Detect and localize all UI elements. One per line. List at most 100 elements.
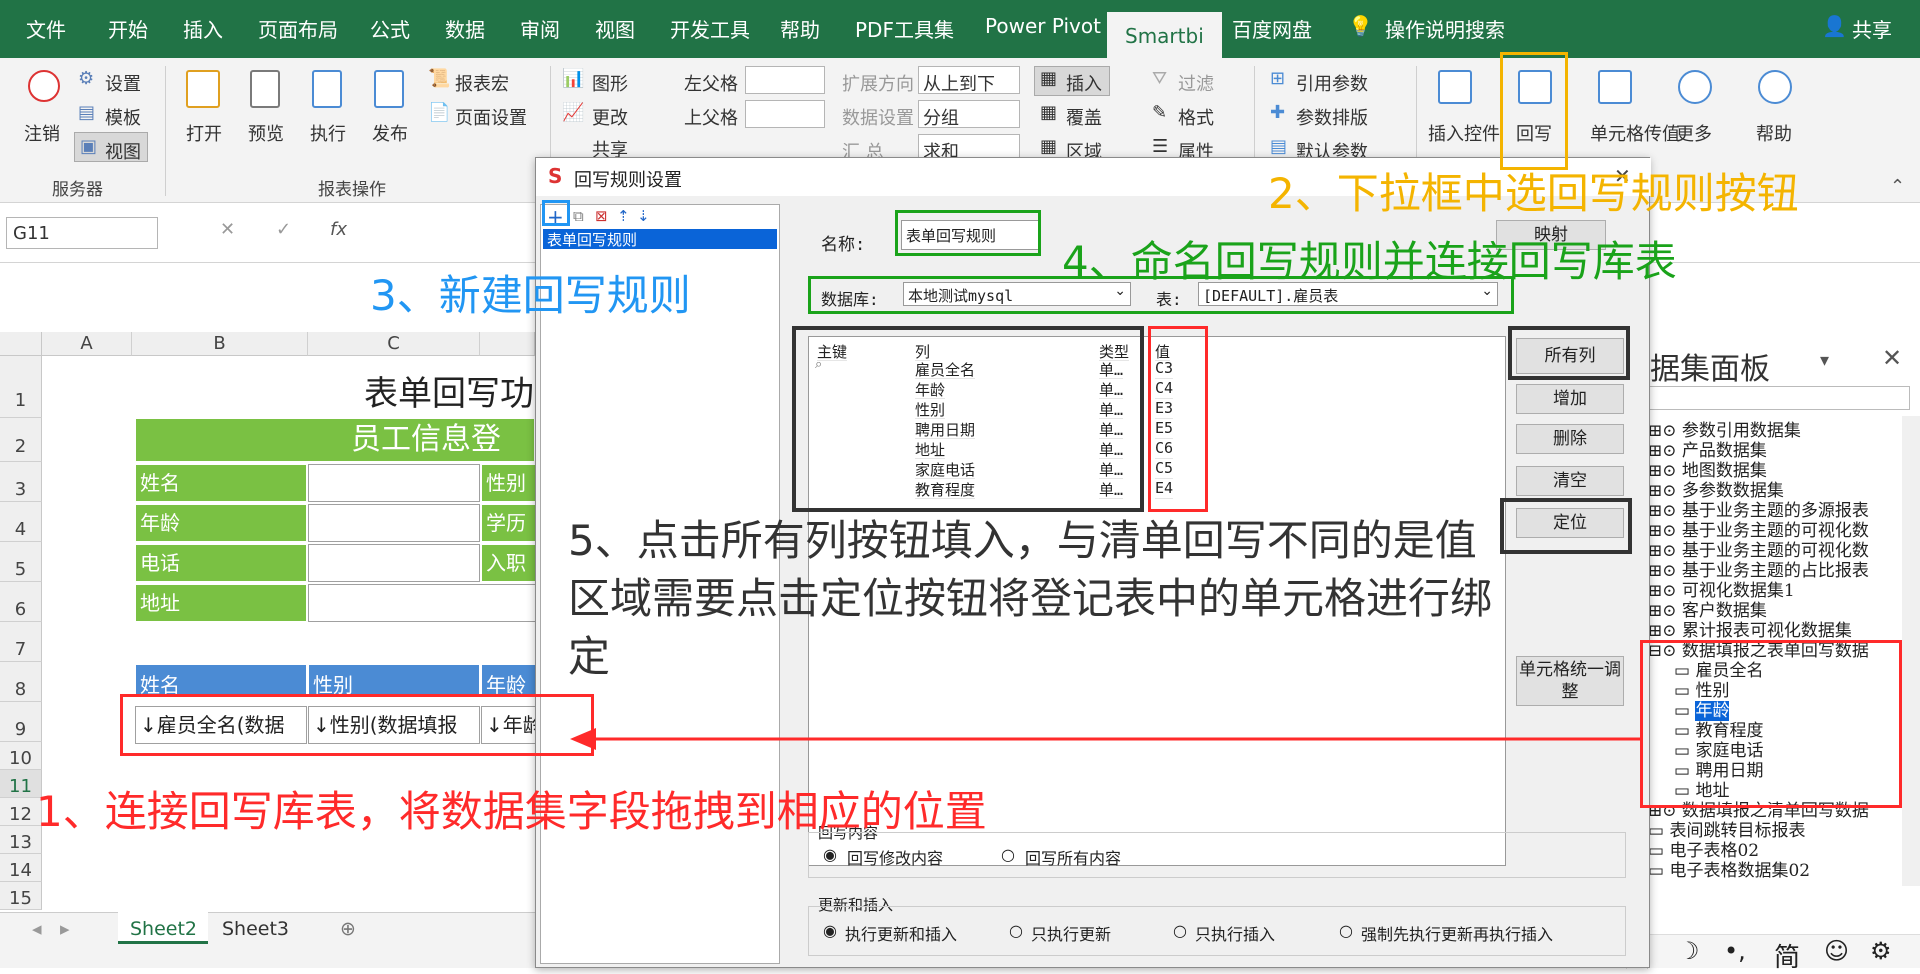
share-button[interactable]: 共享 [1852,14,1892,43]
radio-checked[interactable]: ◉ [823,921,837,940]
moon-icon[interactable]: ☽ [1678,937,1700,965]
filter-button[interactable]: 过滤 [1178,70,1214,96]
row-header[interactable]: 15 [0,882,42,910]
panel-menu-icon[interactable]: ▾ [1820,350,1829,371]
next-sheet-icon[interactable]: ▸ [60,918,70,940]
tree-node[interactable]: ▭ 电子表格数据集02 [1648,856,1810,881]
add-sheet-icon[interactable]: ⊕ [340,918,356,940]
settings-button[interactable]: 设置 [105,70,141,96]
prev-sheet-icon[interactable]: ◂ [32,918,42,940]
col-header-d[interactable] [480,332,535,356]
expand-dir-select[interactable]: 从上到下 [918,66,1020,95]
clear-button[interactable]: 清空 [1516,466,1624,496]
fx-icon[interactable]: fx [330,219,347,240]
row-header[interactable]: 2 [0,418,42,462]
row-header[interactable]: 1 [0,356,42,418]
top-parent-select[interactable] [745,100,825,128]
tree-scrollbar[interactable] [1902,416,1920,886]
name-box[interactable]: G11 [6,217,158,249]
row-header[interactable]: 14 [0,854,42,882]
wb-opt-modified[interactable]: 回写修改内容 [847,845,943,869]
page-setup-button[interactable]: 页面设置 [455,104,527,130]
param-layout-button[interactable]: 参数排版 [1296,104,1368,130]
tab-data[interactable]: 数据 [445,14,485,43]
row-header[interactable]: 7 [0,622,42,662]
upd-opt-insert[interactable]: 只执行插入 [1195,921,1275,945]
panel-search-input[interactable] [1640,386,1910,410]
copy-rule-icon[interactable]: ⧉ [573,207,584,225]
collapse-ribbon-icon[interactable]: ⌃ [1890,176,1905,197]
confirm-icon[interactable]: ✓ [276,219,291,240]
select-all-corner[interactable] [0,332,42,356]
upd-opt-both[interactable]: 执行更新和插入 [845,921,957,945]
insert-control-button[interactable]: 插入控件 [1428,120,1500,146]
gear-icon[interactable]: ⚙ [1870,937,1892,965]
input-age[interactable] [308,504,480,542]
publish-button[interactable]: 发布 [372,120,408,146]
row-header[interactable]: 5 [0,542,42,582]
tab-review[interactable]: 审阅 [520,14,560,43]
tab-file[interactable]: 文件 [26,14,66,43]
help-button[interactable]: 帮助 [1756,120,1792,146]
input-name[interactable] [308,464,480,502]
change-button[interactable]: 更改 [592,104,628,130]
ime-simplified[interactable]: 简 [1774,937,1800,974]
left-parent-select[interactable] [745,66,825,94]
row-header[interactable]: 6 [0,582,42,622]
tab-formulas[interactable]: 公式 [370,14,410,43]
tab-search[interactable]: 操作说明搜索 [1385,14,1505,43]
upd-opt-update[interactable]: 只执行更新 [1031,921,1111,945]
emoji-icon[interactable]: ☺ [1824,937,1849,965]
more-button[interactable]: 更多 [1676,120,1712,146]
tab-insert[interactable]: 插入 [183,14,223,43]
sheet-tab-sheet3[interactable]: Sheet3 [222,918,289,940]
ref-param-button[interactable]: 引用参数 [1296,70,1368,96]
delete-rule-icon[interactable]: ⊠ [595,207,608,225]
radio-checked[interactable]: ◉ [823,845,837,864]
tab-home[interactable]: 开始 [108,14,148,43]
tab-pdf[interactable]: PDF工具集 [855,14,954,43]
sheet-tab-sheet2[interactable]: Sheet2 [130,918,197,940]
unify-cells-button[interactable]: 单元格统一调整 [1516,656,1624,706]
tab-smartbi[interactable]: Smartbi [1107,12,1222,58]
cancel-icon[interactable]: ✕ [220,219,235,240]
delete-button[interactable]: 删除 [1516,424,1624,454]
tab-page-layout[interactable]: 页面布局 [258,14,338,43]
tab-developer[interactable]: 开发工具 [670,14,750,43]
row-header[interactable]: 9 [0,702,42,742]
panel-close-icon[interactable]: ✕ [1882,344,1902,372]
radio-unchecked[interactable]: ○ [1001,845,1015,864]
open-button[interactable]: 打开 [186,120,222,146]
input-addr[interactable] [308,584,538,622]
tab-view[interactable]: 视图 [595,14,635,43]
radio-unchecked[interactable]: ○ [1339,921,1353,940]
cell-pass-button[interactable]: 单元格传值 [1590,120,1680,146]
macro-button[interactable]: 报表宏 [455,70,509,96]
col-header-a[interactable]: A [42,332,132,356]
view-button[interactable]: 视图 [105,138,141,164]
col-header-c[interactable]: C [308,332,480,356]
preview-button[interactable]: 预览 [248,120,284,146]
input-phone[interactable] [308,544,480,582]
move-down-icon[interactable]: ⇣ [637,207,650,225]
format-button[interactable]: 格式 [1178,104,1214,130]
tab-baidu[interactable]: 百度网盘 [1232,14,1312,43]
row-header[interactable]: 3 [0,462,42,502]
radio-unchecked[interactable]: ○ [1173,921,1187,940]
graph-button[interactable]: 图形 [592,70,628,96]
col-header-b[interactable]: B [132,332,308,356]
radio-unchecked[interactable]: ○ [1009,921,1023,940]
row-header[interactable]: 4 [0,502,42,542]
wb-opt-all[interactable]: 回写所有内容 [1025,845,1121,869]
move-up-icon[interactable]: ⇡ [617,207,630,225]
add-button[interactable]: 增加 [1516,384,1624,414]
row-header[interactable]: 8 [0,662,42,702]
template-button[interactable]: 模板 [105,104,141,130]
data-setting-select[interactable]: 分组 [918,100,1020,129]
cover-button[interactable]: 覆盖 [1066,104,1102,130]
row-header[interactable]: 10 [0,742,42,770]
logout-button[interactable]: 注销 [24,120,60,146]
insert-mode-button[interactable]: 插入 [1066,70,1102,96]
punct-icon[interactable]: •, [1724,937,1746,965]
upd-opt-force[interactable]: 强制先执行更新再执行插入 [1361,921,1553,945]
